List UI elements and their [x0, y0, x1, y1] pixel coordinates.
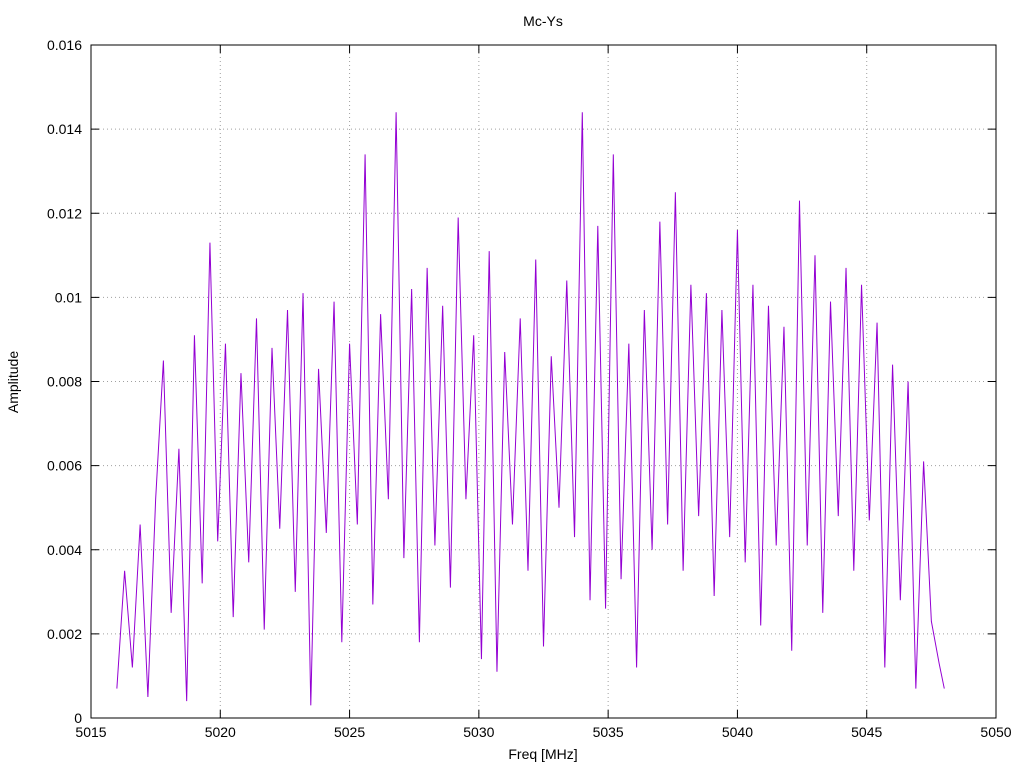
y-tick-label: 0.008 [47, 374, 82, 390]
series-line [116, 112, 945, 706]
x-tick-label: 5045 [851, 724, 882, 740]
x-tick-label: 5040 [722, 724, 753, 740]
y-tick-label: 0.002 [47, 626, 82, 642]
x-axis-label: Freq [MHz] [508, 746, 577, 762]
chart-title: Mc-Ys [523, 13, 563, 29]
x-tick-label: 5015 [75, 724, 106, 740]
x-tick-label: 5035 [593, 724, 624, 740]
y-tick-label: 0.004 [47, 542, 82, 558]
y-tick-labels: 0 0.002 0.004 0.006 0.008 0.01 0.012 0.014 0.016 [47, 37, 82, 726]
x-tick-label: 5020 [205, 724, 236, 740]
y-tick-label: 0.01 [55, 289, 82, 305]
y-tick-label: 0.012 [47, 205, 82, 221]
x-tick-label: 5030 [463, 724, 494, 740]
x-tick-label: 5050 [980, 724, 1011, 740]
y-tick-label: 0.014 [47, 121, 82, 137]
x-tick-label: 5025 [334, 724, 365, 740]
y-axis-label: Amplitude [5, 351, 21, 413]
chart: Mc-Ys 5015 5020 5025 5030 5035 5040 5045 5050 0… [5, 13, 1012, 762]
y-tick-label: 0.006 [47, 458, 82, 474]
y-tick-label: 0 [74, 710, 82, 726]
y-tick-label: 0.016 [47, 37, 82, 53]
x-tick-labels: 5015 5020 5025 5030 5035 5040 5045 5050 [75, 724, 1011, 740]
